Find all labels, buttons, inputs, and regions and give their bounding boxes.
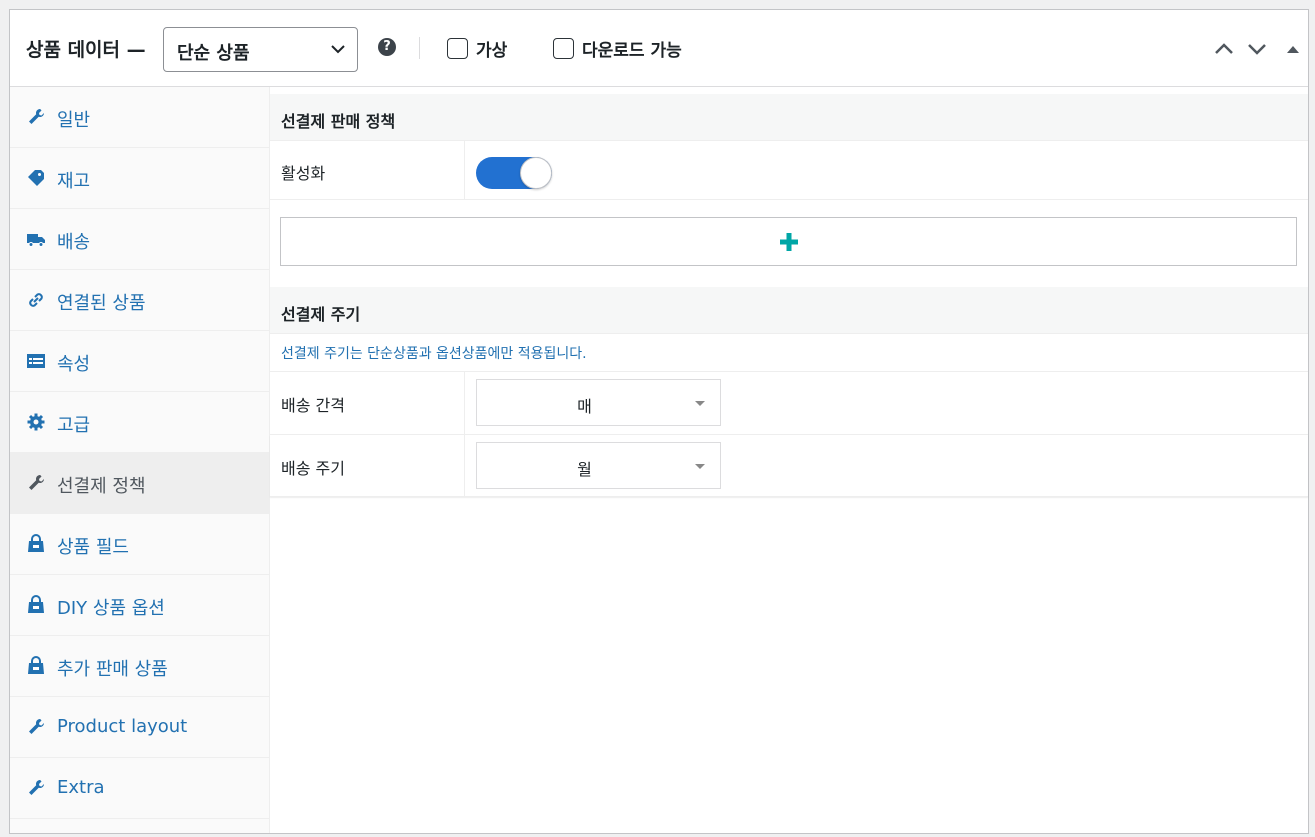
row-divider bbox=[464, 372, 465, 434]
tab-label: Product layout bbox=[57, 716, 188, 737]
period-select[interactable]: 월 bbox=[476, 442, 721, 489]
cycle-section-header: 선결제 주기 bbox=[270, 287, 1308, 334]
downloadable-label: 다운로드 가능 bbox=[582, 41, 682, 61]
tab-label: 속성 bbox=[57, 354, 91, 375]
policy-heading: 선결제 판매 정책 bbox=[281, 112, 396, 131]
wrench-icon bbox=[29, 718, 45, 734]
tab-label: 일반 bbox=[57, 110, 91, 131]
tab-label: Extra bbox=[57, 777, 105, 798]
interval-row: 배송 간격 매 bbox=[270, 372, 1308, 435]
downloadable-checkbox[interactable] bbox=[553, 38, 574, 59]
row-divider bbox=[464, 141, 465, 199]
tag-icon bbox=[28, 170, 44, 186]
interval-select[interactable]: 매 bbox=[476, 379, 721, 426]
period-row: 배송 주기 월 bbox=[270, 435, 1308, 497]
wrench-icon bbox=[29, 474, 45, 490]
cycle-heading: 선결제 주기 bbox=[281, 305, 361, 324]
wrench-icon bbox=[29, 779, 45, 795]
add-policy-button[interactable] bbox=[280, 217, 1297, 266]
cycle-note: 선결제 주기는 단순상품과 옵션상품에만 적용됩니다. bbox=[281, 346, 587, 362]
tab-linked-products[interactable]: 연결된 상품 bbox=[10, 270, 269, 331]
bag-icon bbox=[28, 595, 44, 613]
bag-icon bbox=[28, 656, 44, 674]
interval-value: 매 bbox=[577, 397, 592, 416]
tab-extra[interactable]: Extra bbox=[10, 758, 269, 819]
tab-product-fields[interactable]: 상품 필드 bbox=[10, 514, 269, 575]
bag-icon bbox=[28, 534, 44, 552]
tab-label: 추가 판매 상품 bbox=[57, 659, 168, 680]
wrench-icon bbox=[29, 108, 45, 124]
tab-label: 고급 bbox=[57, 415, 91, 436]
tab-advanced[interactable]: 고급 bbox=[10, 392, 269, 453]
plus-icon bbox=[780, 233, 798, 251]
tab-label: DIY 상품 옵션 bbox=[57, 598, 165, 619]
help-icon[interactable]: ? bbox=[378, 38, 396, 56]
collapse-toggle-icon[interactable] bbox=[1282, 38, 1304, 60]
policy-section-header: 선결제 판매 정책 bbox=[270, 94, 1308, 141]
gear-icon bbox=[27, 413, 45, 431]
period-label: 배송 주기 bbox=[281, 459, 345, 478]
tab-upsell-products[interactable]: 추가 판매 상품 bbox=[10, 636, 269, 697]
virtual-checkbox[interactable] bbox=[447, 38, 468, 59]
move-down-icon[interactable] bbox=[1246, 38, 1268, 60]
header-divider bbox=[419, 37, 420, 59]
product-type-select[interactable]: 단순 상품 bbox=[163, 27, 358, 72]
prepayment-policy-panel: 선결제 판매 정책 활성화 선결제 주기 선결제 주기는 단순상품과 옵션상품에… bbox=[270, 87, 1308, 833]
virtual-label: 가상 bbox=[476, 41, 508, 61]
tab-attributes[interactable]: 속성 bbox=[10, 331, 269, 392]
panel-header: 상품 데이터 — 단순 상품 ? 가상 다운로드 가능 bbox=[10, 10, 1308, 87]
tab-inventory[interactable]: 재고 bbox=[10, 148, 269, 209]
tab-label: 배송 bbox=[57, 232, 91, 253]
product-data-panel: 상품 데이터 — 단순 상품 ? 가상 다운로드 가능 일반 재고 배송 연결된… bbox=[9, 9, 1309, 834]
tab-prepayment-policy[interactable]: 선결제 정책 bbox=[10, 453, 269, 514]
tab-label: 연결된 상품 bbox=[57, 293, 146, 314]
caret-down-icon bbox=[695, 401, 705, 406]
truck-icon bbox=[27, 234, 45, 247]
tab-label: 재고 bbox=[57, 171, 91, 192]
activate-label: 활성화 bbox=[281, 164, 326, 183]
tab-diy-options[interactable]: DIY 상품 옵션 bbox=[10, 575, 269, 636]
product-data-tabs: 일반 재고 배송 연결된 상품 속성 고급 선결제 정책 상품 필드 DIY 상… bbox=[10, 87, 270, 833]
chevron-down-icon bbox=[331, 45, 345, 54]
tab-product-layout[interactable]: Product layout bbox=[10, 697, 269, 758]
link-icon bbox=[29, 293, 43, 307]
tab-label: 상품 필드 bbox=[57, 537, 129, 558]
list-icon bbox=[27, 354, 45, 368]
panel-title: 상품 데이터 — bbox=[26, 39, 146, 61]
product-type-value: 단순 상품 bbox=[177, 43, 250, 64]
toggle-knob bbox=[520, 157, 552, 189]
caret-down-icon bbox=[695, 464, 705, 469]
activate-toggle[interactable] bbox=[476, 157, 552, 189]
tab-general[interactable]: 일반 bbox=[10, 87, 269, 148]
row-divider bbox=[464, 435, 465, 496]
activate-row: 활성화 bbox=[270, 141, 1308, 200]
move-up-icon[interactable] bbox=[1213, 38, 1235, 60]
tab-label: 선결제 정책 bbox=[57, 476, 146, 497]
tab-shipping[interactable]: 배송 bbox=[10, 209, 269, 270]
interval-label: 배송 간격 bbox=[281, 396, 345, 415]
period-value: 월 bbox=[577, 460, 592, 479]
